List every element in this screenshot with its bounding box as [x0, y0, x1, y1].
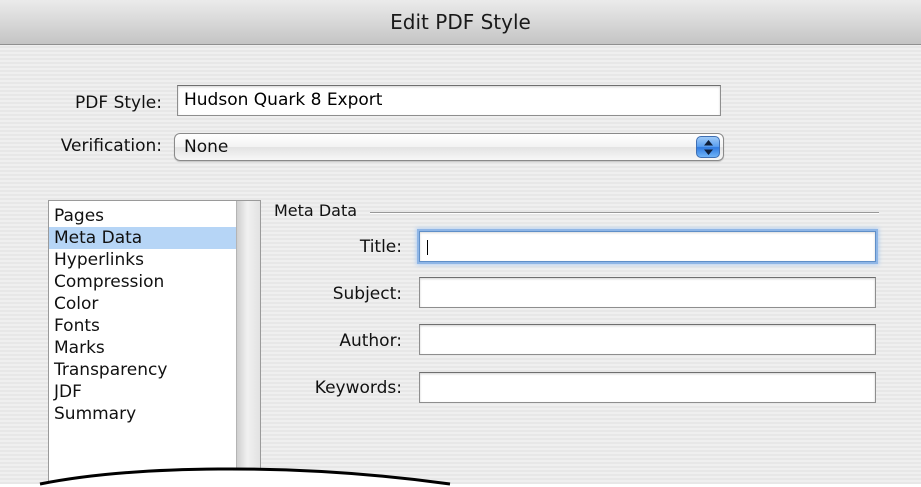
category-item-hyperlinks[interactable]: Hyperlinks: [49, 249, 237, 271]
pdf-style-name-field[interactable]: Hudson Quark 8 Export: [177, 85, 721, 116]
category-item-color[interactable]: Color: [49, 293, 237, 315]
group-divider: [370, 212, 879, 214]
subject-field[interactable]: [419, 277, 876, 308]
category-item-marks[interactable]: Marks: [49, 337, 237, 359]
author-label: Author:: [339, 331, 402, 351]
category-item-transparency[interactable]: Transparency: [49, 359, 237, 381]
subject-label: Subject:: [332, 284, 402, 304]
category-item-pages[interactable]: Pages: [49, 205, 237, 227]
dialog-title: Edit PDF Style: [390, 10, 531, 34]
verification-label: Verification:: [60, 136, 162, 156]
keywords-label: Keywords:: [314, 378, 402, 398]
title-label: Title:: [359, 237, 402, 257]
verification-selected-value: None: [184, 137, 229, 157]
text-cursor: [427, 240, 428, 255]
torn-edge-decoration: [0, 467, 921, 487]
pdf-style-label: PDF Style:: [75, 93, 162, 113]
keywords-field[interactable]: [419, 372, 876, 403]
category-item-compression[interactable]: Compression: [49, 271, 237, 293]
meta-data-group-label: Meta Data: [274, 201, 358, 220]
dialog-title-bar: Edit PDF Style: [0, 0, 921, 45]
title-field[interactable]: [419, 231, 876, 262]
author-field[interactable]: [419, 324, 876, 355]
category-item-jdf[interactable]: JDF: [49, 381, 237, 403]
verification-popup-button[interactable]: None: [174, 133, 724, 161]
edit-pdf-style-dialog: Edit PDF Style PDF Style: Hudson Quark 8…: [0, 0, 921, 487]
popup-arrows-icon: [696, 136, 720, 158]
category-item-summary[interactable]: Summary: [49, 403, 237, 425]
category-item-fonts[interactable]: Fonts: [49, 315, 237, 337]
pdf-style-name-value: Hudson Quark 8 Export: [184, 90, 383, 110]
category-item-meta-data[interactable]: Meta Data: [49, 227, 237, 249]
